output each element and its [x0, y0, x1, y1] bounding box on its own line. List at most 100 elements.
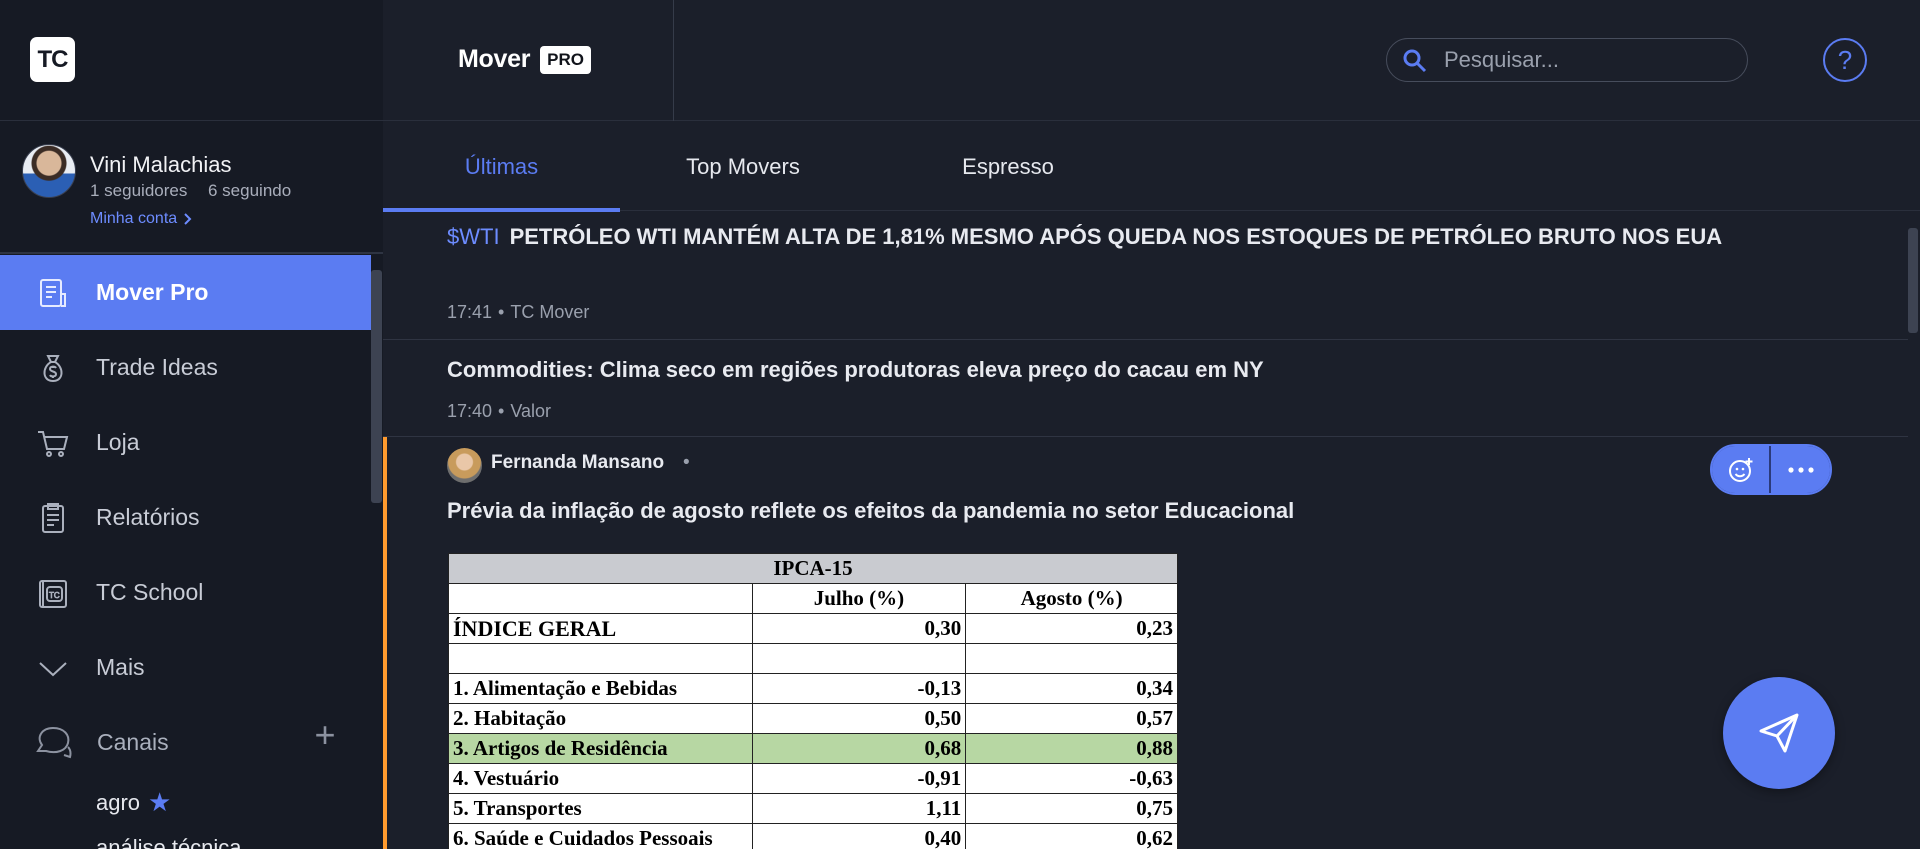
- sidebar-item-tc-school[interactable]: TC TC School: [0, 555, 371, 630]
- table-header-agosto: Agosto (%): [965, 583, 1178, 614]
- sidebar-item-label: Loja: [96, 429, 140, 455]
- row-agosto: 0,75: [965, 793, 1178, 824]
- following-count[interactable]: 6 seguindo: [208, 181, 291, 201]
- my-account-link[interactable]: Minha conta: [90, 210, 193, 228]
- channels-section: Canais + agro ★ análise técnica: [0, 705, 371, 849]
- money-bag-icon: [36, 351, 70, 385]
- react-button[interactable]: [1712, 446, 1772, 493]
- feed-scrollbar[interactable]: [1908, 228, 1918, 333]
- more-icon: [1787, 466, 1814, 473]
- separator-dot: •: [498, 302, 505, 322]
- news-time: 17:40: [447, 401, 493, 421]
- row-agosto: -0,63: [965, 763, 1178, 794]
- sidebar-item-mais[interactable]: Mais: [0, 630, 371, 705]
- avatar[interactable]: [22, 144, 76, 198]
- news-time: 17:41: [447, 302, 493, 322]
- post-author[interactable]: Fernanda Mansano: [491, 452, 664, 474]
- sidebar-item-label: TC School: [96, 579, 204, 605]
- news-meta: 17:40 • Valor: [447, 401, 551, 422]
- my-account-label: Minha conta: [90, 210, 178, 227]
- channels-label: Canais: [97, 729, 169, 755]
- ipca-table-image[interactable]: IPCA-15 Julho (%) Agosto (%) ÍNDICE GERA…: [448, 553, 1178, 849]
- sidebar-item-mover-pro[interactable]: Mover Pro: [0, 255, 371, 330]
- chat-icon: [34, 725, 74, 766]
- sidebar-item-loja[interactable]: Loja: [0, 405, 371, 480]
- brand[interactable]: Mover PRO: [458, 45, 591, 74]
- table-row: 2. Habitação 0,50 0,57: [448, 703, 1178, 734]
- news-feed: $WTI PETRÓLEO WTI MANTÉM ALTA DE 1,81% ME…: [383, 212, 1908, 849]
- row-julho: -0,91: [751, 763, 967, 794]
- row-julho: 0,40: [751, 823, 967, 849]
- table-row: 6. Saúde e Cuidados Pessoais 0,40 0,62: [448, 823, 1178, 849]
- tc-logo[interactable]: TC: [30, 37, 75, 82]
- news-item[interactable]: $WTI PETRÓLEO WTI MANTÉM ALTA DE 1,81% ME…: [383, 212, 1908, 340]
- table-header-empty: [448, 583, 753, 614]
- school-icon: TC: [36, 576, 70, 610]
- channel-item-agro[interactable]: agro ★: [96, 787, 171, 818]
- news-title[interactable]: Commodities: Clima seco em regiões produ…: [447, 353, 1787, 387]
- brand-name: Mover: [458, 45, 531, 73]
- sidebar-item-relatorios[interactable]: Relatórios: [0, 480, 371, 555]
- channels-header[interactable]: Canais +: [0, 705, 371, 780]
- row-label: 4. Vestuário: [448, 763, 753, 794]
- sidebar-item-label: Relatórios: [96, 504, 200, 530]
- followers-count[interactable]: 1 seguidores: [90, 181, 187, 201]
- table-row: 1. Alimentação e Bebidas -0,13 0,34: [448, 673, 1178, 704]
- news-source[interactable]: Valor: [510, 401, 551, 421]
- sidebar-item-trade-ideas[interactable]: Trade Ideas: [0, 330, 371, 405]
- search-icon: [1403, 49, 1427, 73]
- add-channel-icon[interactable]: +: [308, 717, 342, 754]
- table-header-julho: Julho (%): [751, 583, 967, 614]
- search-input[interactable]: [1444, 43, 1734, 77]
- user-profile: Vini Malachias 1 seguidores 6 seguindo M…: [0, 122, 383, 254]
- row-label: ÍNDICE GERAL: [448, 613, 753, 644]
- row-julho: 0,30: [751, 613, 967, 644]
- tab-espresso[interactable]: Espresso: [883, 122, 1133, 211]
- row-label: 3. Artigos de Residência: [448, 733, 753, 764]
- divider: [673, 0, 674, 121]
- user-post: Fernanda Mansano • Prévia da inflação de…: [383, 437, 1908, 849]
- user-name[interactable]: Vini Malachias: [90, 152, 231, 178]
- row-label: 1. Alimentação e Bebidas: [448, 673, 753, 704]
- star-icon: ★: [148, 787, 172, 817]
- more-options-button[interactable]: [1771, 446, 1830, 493]
- row-agosto: 0,34: [965, 673, 1178, 704]
- row-agosto: 0,62: [965, 823, 1178, 849]
- cart-icon: [36, 426, 70, 460]
- send-button[interactable]: [1723, 677, 1835, 789]
- sidebar-item-label: Mover Pro: [96, 279, 209, 305]
- row-julho: 0,50: [751, 703, 967, 734]
- tab-top-movers[interactable]: Top Movers: [623, 122, 863, 211]
- table-row-highlighted: 3. Artigos de Residência 0,68 0,88: [448, 733, 1178, 764]
- news-title[interactable]: $WTI PETRÓLEO WTI MANTÉM ALTA DE 1,81% ME…: [447, 220, 1787, 254]
- ticker-link[interactable]: $WTI: [447, 224, 500, 249]
- help-button[interactable]: ?: [1823, 38, 1867, 82]
- document-icon: [36, 276, 70, 310]
- sidebar-item-label: Trade Ideas: [96, 354, 218, 380]
- sidebar: TC Vini Malachias 1 seguidores 6 seguind…: [0, 0, 383, 849]
- author-avatar[interactable]: [447, 448, 482, 483]
- channel-item-analise-tecnica[interactable]: análise técnica: [96, 835, 242, 849]
- feed-tabs: Últimas Top Movers Espresso: [383, 122, 1920, 212]
- news-headline: PETRÓLEO WTI MANTÉM ALTA DE 1,81% MESMO …: [509, 224, 1723, 249]
- row-julho: -0,13: [751, 673, 967, 704]
- chevron-down-icon: [36, 651, 70, 685]
- logo-area: TC: [0, 0, 383, 121]
- chevron-right-icon: [184, 213, 192, 225]
- post-title: Prévia da inflação de agosto reflete os …: [447, 498, 1295, 523]
- news-source[interactable]: TC Mover: [510, 302, 589, 322]
- sidebar-scrollbar[interactable]: [371, 270, 382, 503]
- news-item[interactable]: Commodities: Clima seco em regiões produ…: [383, 341, 1908, 437]
- send-icon: [1759, 713, 1799, 753]
- emoji-add-icon: [1728, 457, 1752, 482]
- search-box[interactable]: [1386, 38, 1748, 82]
- row-agosto: 0,88: [965, 733, 1178, 764]
- table-row: ÍNDICE GERAL 0,30 0,23: [448, 613, 1178, 644]
- row-label: 5. Transportes: [448, 793, 753, 824]
- sidebar-item-label: Mais: [96, 654, 145, 680]
- channel-label: agro: [96, 789, 141, 815]
- row-label: 6. Saúde e Cuidados Pessoais: [448, 823, 753, 849]
- top-bar: Mover PRO ?: [383, 0, 1920, 121]
- tab-ultimas[interactable]: Últimas: [383, 122, 620, 212]
- row-label: 2. Habitação: [448, 703, 753, 734]
